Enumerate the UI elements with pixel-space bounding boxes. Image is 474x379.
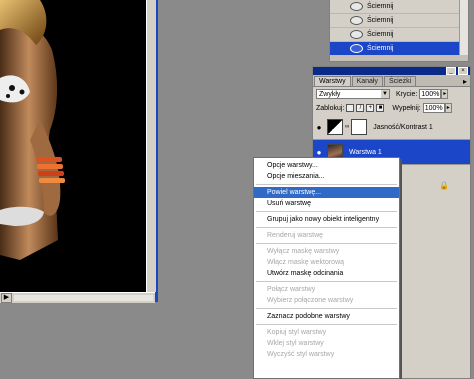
tab-channels[interactable]: Kanały [351, 76, 383, 86]
opacity-input[interactable]: 100% [419, 89, 442, 99]
history-item-label: Ściemnij [367, 17, 394, 24]
fill-label: Wypełnij: [392, 104, 421, 112]
lock-pixels-icon[interactable]: / [356, 104, 365, 112]
blend-mode-value: Zwykły [319, 90, 341, 98]
document-window: ▶ [0, 0, 158, 303]
document-vertical-scrollbar[interactable] [146, 0, 156, 292]
menu-item-select-similar-layers[interactable]: Zaznacz podobne warstwy [254, 311, 399, 322]
layers-panel-titlebar: _ × [313, 67, 470, 75]
menu-separator [256, 184, 397, 185]
menu-item-enable-vector-mask: Włącz maskę wektorową [267, 259, 345, 266]
fill-slider-arrow-icon[interactable]: ▸ [444, 103, 452, 113]
menu-item-group-smart-object[interactable]: Grupuj jako nowy obiekt inteligentny [254, 214, 399, 225]
scroll-right-arrow-icon[interactable]: ▶ [1, 293, 12, 303]
menu-separator [256, 324, 397, 325]
history-panel: Ściemnij Ściemnij Ściemnij Ściemnij [329, 0, 469, 62]
menu-item-create-clipping-mask[interactable]: Utwórz maskę odcinania [254, 268, 399, 279]
menu-separator [256, 227, 397, 228]
history-item-label: Ściemnij [367, 45, 394, 52]
history-item-selected[interactable]: Ściemnij [330, 42, 468, 56]
adjustment-layer-thumbnail [327, 119, 343, 135]
tab-layers[interactable]: Warstwy [314, 76, 351, 86]
layer-mask-thumbnail[interactable] [351, 119, 368, 135]
menu-item-copy-layer-style: Kopiuj styl warstwy [267, 329, 327, 336]
fill-input[interactable]: 100% [422, 103, 445, 113]
lock-fill-row: Zablokuj: / + ■ Wypełnij: 100% ▸ [313, 101, 470, 115]
menu-separator [256, 211, 397, 212]
layer-row[interactable]: ● ∞ Jasność/Kontrast 1 [313, 115, 470, 140]
history-item[interactable]: Ściemnij [330, 14, 468, 28]
document-canvas-image[interactable] [0, 0, 146, 292]
document-horizontal-scrollbar[interactable] [14, 295, 153, 301]
history-item[interactable]: Ściemnij [330, 28, 468, 42]
menu-item-clear-layer-style: Wyczyść styl warstwy [267, 351, 335, 358]
document-status-bar: ▶ [0, 292, 155, 303]
layer-name: Jasność/Kontrast 1 [373, 123, 433, 131]
history-item-label: Ściemnij [367, 31, 394, 38]
menu-item-paste-layer-style: Wklej styl warstwy [267, 340, 324, 347]
minimize-icon[interactable]: _ [446, 67, 456, 75]
menu-separator [256, 281, 397, 282]
eye-icon[interactable]: ● [313, 123, 325, 132]
history-item[interactable]: Ściemnij [330, 0, 468, 14]
history-panel-footer [330, 55, 468, 61]
history-item-label: Ściemnij [367, 3, 394, 10]
layer-context-menu: Opcje warstwy... Opcje mieszania... Powi… [253, 157, 400, 379]
lock-all-icon[interactable]: ■ [376, 104, 385, 112]
opacity-label: Krycie: [396, 90, 418, 98]
menu-item-select-linked-layers: Wybierz połączone warstwy [267, 297, 354, 304]
history-state-icon [350, 30, 363, 39]
blend-opacity-row: Zwykły ▼ Krycie: 100% ▸ [313, 87, 470, 101]
tab-paths[interactable]: Ścieżki [383, 76, 417, 86]
opacity-slider-arrow-icon[interactable]: ▸ [441, 89, 449, 99]
menu-item-duplicate-layer[interactable]: Powiel warstwę... [254, 187, 399, 198]
lock-label: Zablokuj: [316, 104, 345, 112]
lock-icon: 🔒 [439, 181, 449, 190]
menu-item-blending-options[interactable]: Opcje mieszania... [254, 171, 399, 182]
menu-separator [256, 243, 397, 244]
chain-link-icon[interactable]: ∞ [345, 124, 349, 130]
lock-transparency-icon[interactable] [346, 104, 355, 112]
menu-item-link-layers: Połącz warstwy [267, 286, 316, 293]
history-scrollbar[interactable] [459, 0, 468, 58]
layers-panel-tabs: Warstwy Kanały Ścieżki ▸ [313, 75, 470, 87]
layer-name: Warstwa 1 [349, 148, 382, 156]
menu-item-delete-layer[interactable]: Usuń warstwę [254, 198, 399, 209]
panel-menu-arrow-icon[interactable]: ▸ [463, 77, 467, 86]
close-icon[interactable]: × [458, 67, 468, 75]
chevron-down-icon: ▼ [381, 90, 389, 98]
menu-item-disable-layer-mask: Wyłącz maskę warstwy [267, 248, 340, 255]
menu-item-layer-options[interactable]: Opcje warstwy... [254, 160, 399, 171]
lock-position-icon[interactable]: + [366, 104, 375, 112]
history-state-icon [350, 44, 363, 53]
menu-separator [256, 308, 397, 309]
history-state-icon [350, 16, 363, 25]
history-state-icon [350, 2, 363, 11]
menu-item-rasterize-layer: Renderuj warstwę [267, 232, 324, 239]
eye-icon[interactable]: ● [313, 148, 325, 157]
blend-mode-select[interactable]: Zwykły ▼ [316, 89, 390, 99]
